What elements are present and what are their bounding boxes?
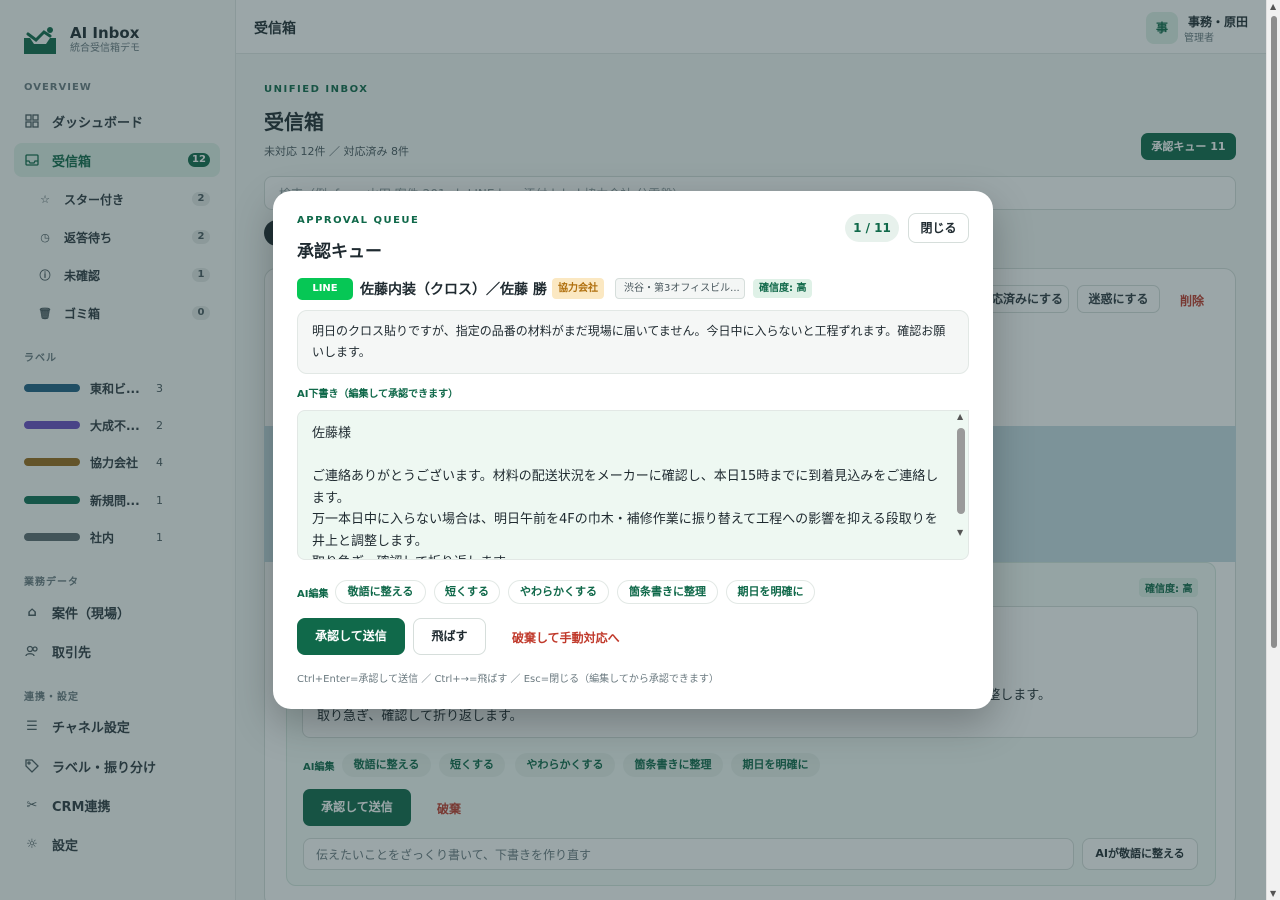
- chip-keigo[interactable]: 敬語に整える: [335, 580, 426, 604]
- project-tag: 渋谷・第3オフィスビル...: [615, 278, 745, 299]
- close-button[interactable]: 閉じる: [908, 213, 969, 243]
- modal-title: 承認キュー: [297, 242, 382, 262]
- scroll-down-icon[interactable]: ▼: [1270, 889, 1276, 898]
- scroll-thumb[interactable]: [957, 428, 965, 514]
- label-tag: 協力会社: [552, 278, 604, 299]
- draft-paragraph: 万一本日中に入らない場合は、明日午前を4Fの巾木・補修作業に振り替えて工程への影…: [312, 512, 938, 549]
- chip-shorten[interactable]: 短くする: [434, 580, 500, 604]
- draft-textarea[interactable]: 佐藤様 ご連絡ありがとうございます。材料の配送状況をメーカーに確認し、本日15時…: [297, 410, 969, 560]
- approval-queue-modal: APPROVAL QUEUE 承認キュー 1 / 11 閉じる LINE 佐藤内…: [273, 191, 993, 709]
- chip-bullets[interactable]: 箇条書きに整理: [617, 580, 718, 604]
- queue-counter: 1 / 11: [845, 214, 899, 242]
- sender-name: 佐藤内装（クロス）／佐藤 勝: [360, 282, 547, 298]
- chip-deadline[interactable]: 期日を明確に: [726, 580, 815, 604]
- modal-eyebrow: APPROVAL QUEUE: [297, 215, 420, 226]
- draft-paragraph: ご連絡ありがとうございます。材料の配送状況をメーカーに確認し、本日15時までに到…: [312, 469, 939, 506]
- draft-scrollbar[interactable]: ▲ ▼: [955, 410, 969, 560]
- channel-badge: LINE: [297, 278, 353, 300]
- draft-paragraph: 取り急ぎ、確認して折り返します。: [312, 552, 940, 559]
- draft-greeting: 佐藤様: [312, 426, 352, 441]
- page-scrollbar[interactable]: ▲ ▼: [1266, 0, 1280, 900]
- skip-button[interactable]: 飛ばす: [413, 618, 486, 655]
- keyboard-hint: Ctrl+Enter=承認して送信 ／ Ctrl+→=飛ばす ／ Esc=閉じる…: [297, 674, 719, 685]
- incoming-message: 明日のクロス貼りですが、指定の品番の材料がまだ現場に届いてません。今日中に入らな…: [297, 310, 969, 374]
- draft-label: AI下書き（編集して承認できます）: [297, 389, 459, 400]
- approve-send-button[interactable]: 承認して送信: [297, 618, 405, 655]
- scroll-up-icon[interactable]: ▲: [1270, 2, 1276, 11]
- ai-edit-label: AI編集: [297, 589, 329, 600]
- scroll-thumb[interactable]: [1271, 16, 1277, 648]
- scroll-up-icon[interactable]: ▲: [957, 412, 963, 421]
- scroll-down-icon[interactable]: ▼: [957, 528, 963, 537]
- confidence-badge: 確信度: 高: [753, 279, 813, 298]
- chip-soften[interactable]: やわらかくする: [508, 580, 609, 604]
- discard-manual-button[interactable]: 破棄して手動対応へ: [512, 629, 620, 646]
